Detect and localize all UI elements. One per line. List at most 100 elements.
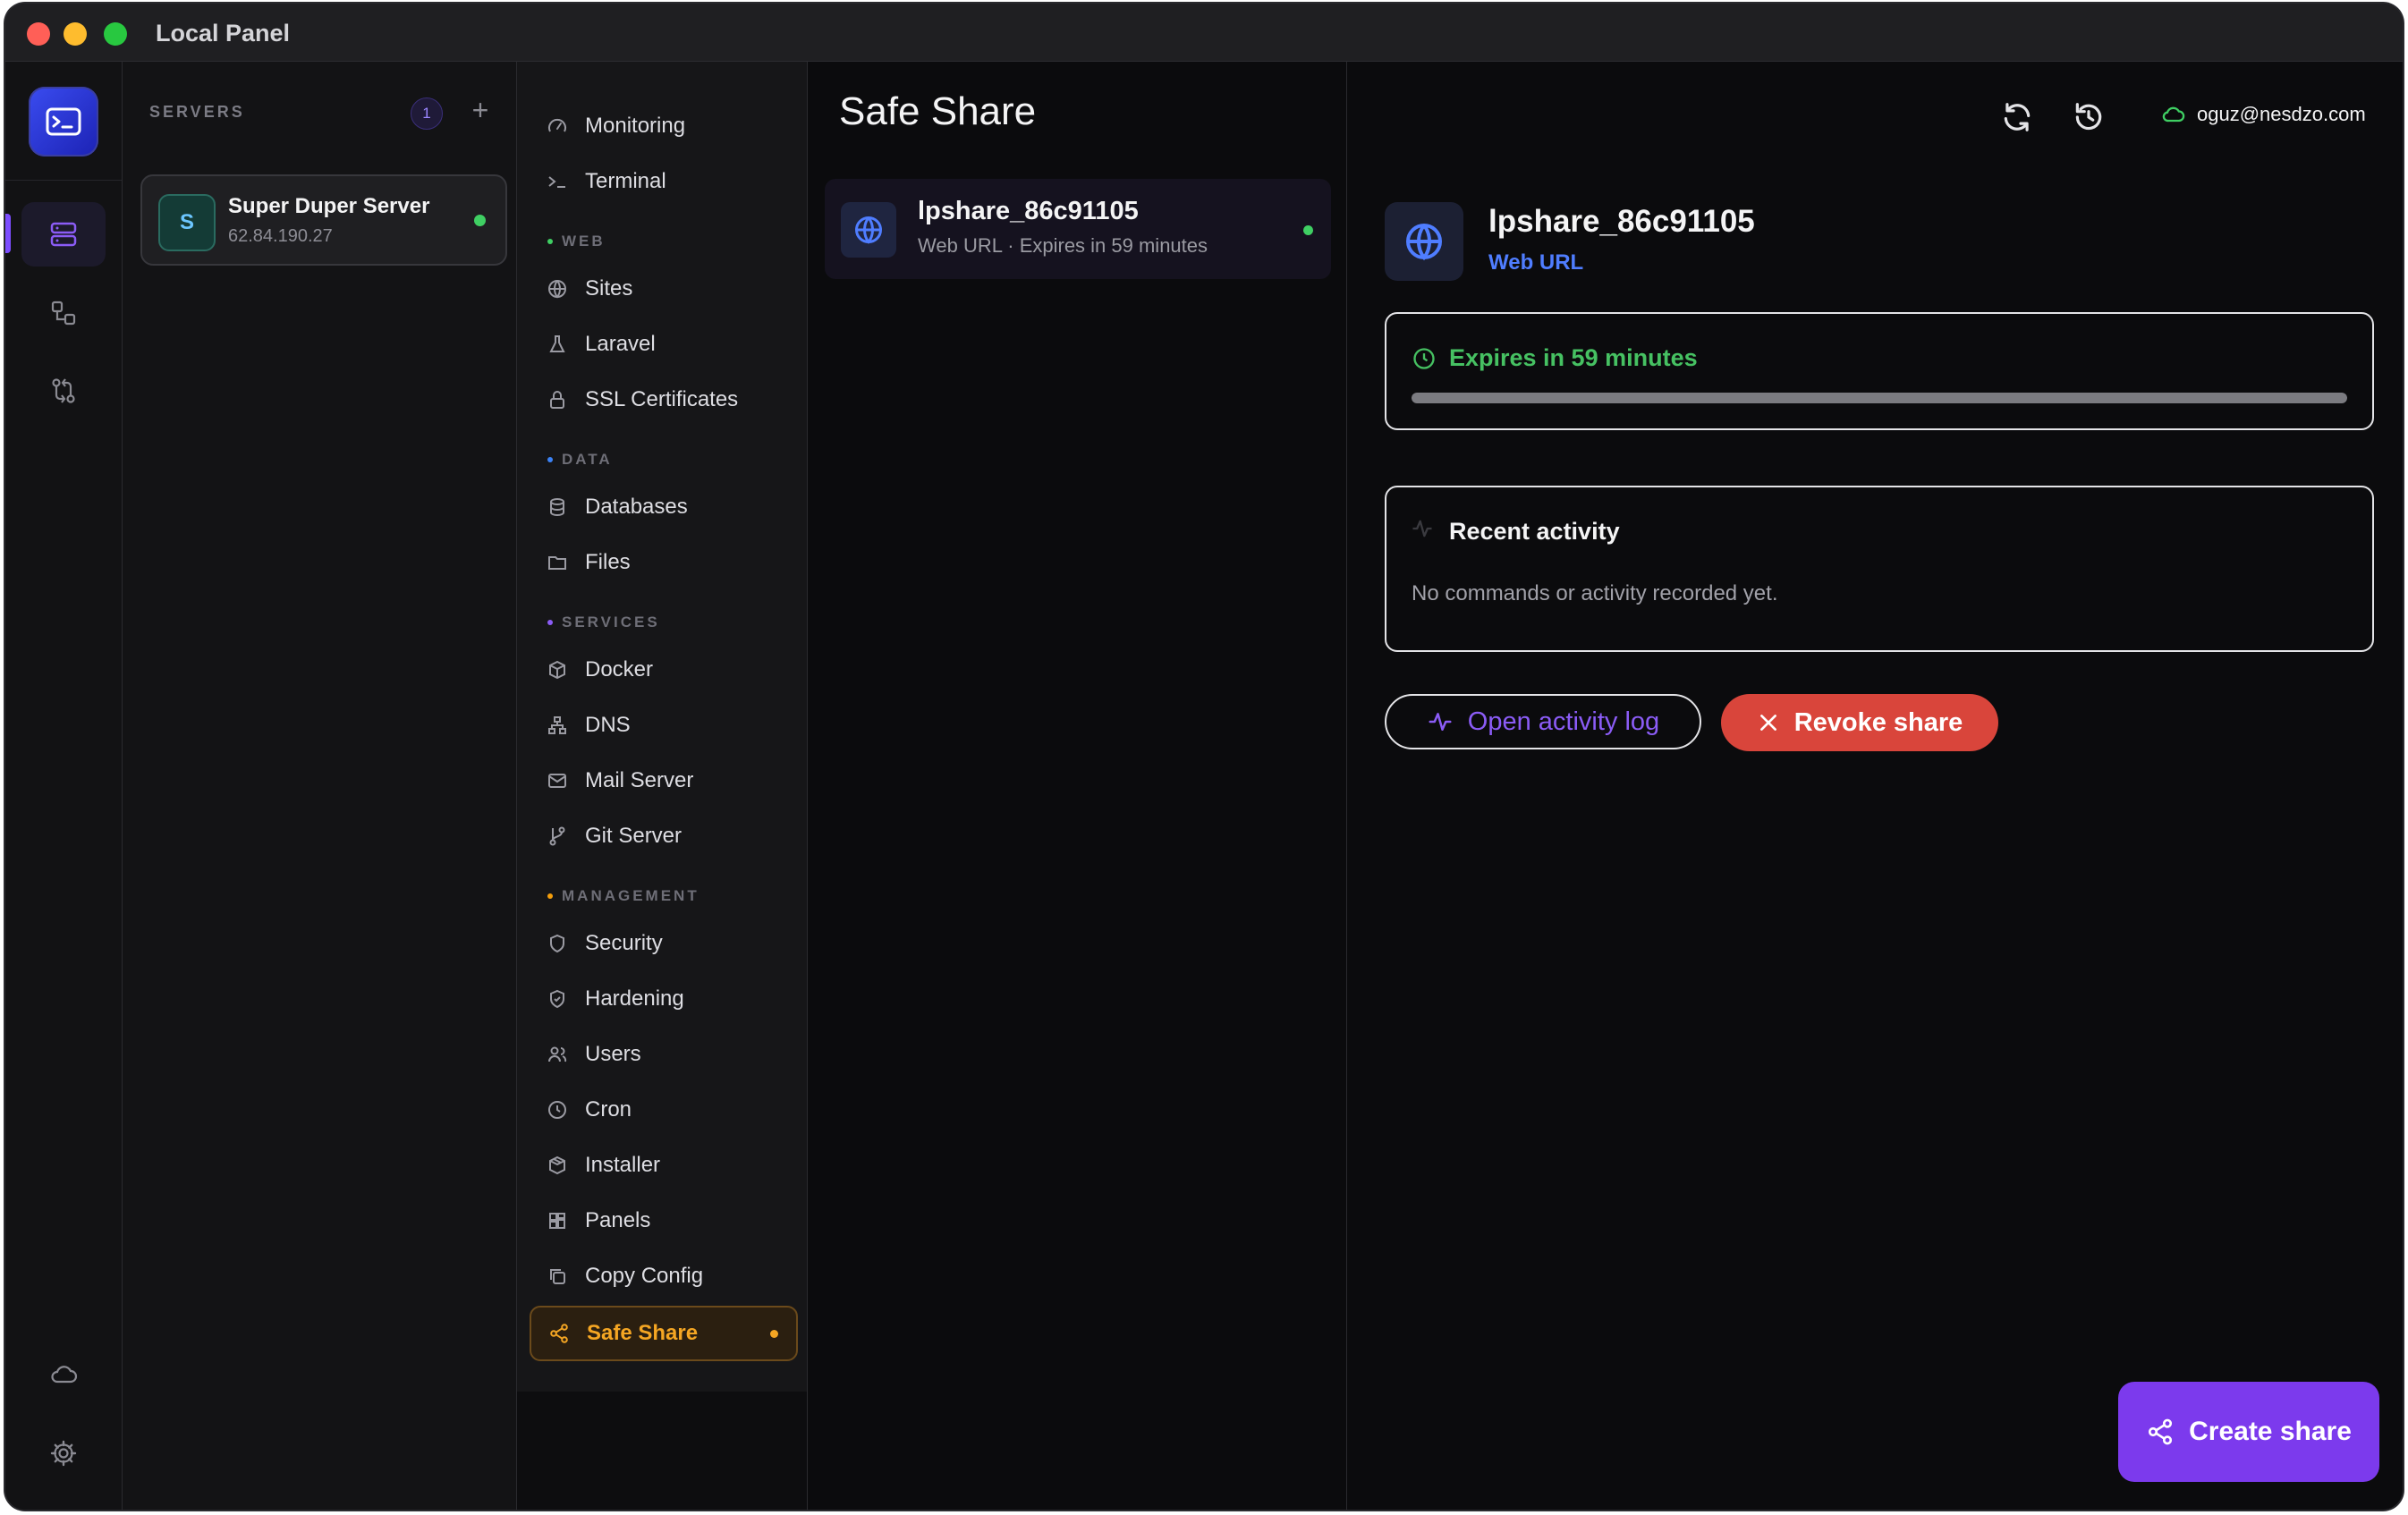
server-ip: 62.84.190.27 [228,226,333,246]
maximize-window-button[interactable] [104,22,127,46]
nav-item-label: Users [585,1042,641,1066]
share-icon [2146,1418,2175,1446]
nav-section-services: SERVICES [547,614,660,631]
app-logo[interactable] [29,87,98,157]
activity-icon [1427,708,1454,735]
nav-section-management: MANAGEMENT [547,887,700,905]
add-server-button[interactable]: + [464,94,496,126]
shield-check-icon [546,987,569,1011]
nav-item-label: Git Server [585,824,683,848]
share-list-item[interactable]: lpshare_86c91105 Web URL · Expires in 59… [825,179,1331,279]
nav-item-label: Panels [585,1208,651,1232]
database-icon [546,495,569,519]
nav-section-title: WEB [562,233,606,250]
nav-item-ssl-certificates[interactable]: SSL Certificates [530,377,794,423]
server-status-dot [474,215,486,226]
grid-icon [546,1209,569,1232]
nav-item-cron[interactable]: Cron [530,1087,794,1133]
nodes-icon [51,300,76,326]
nav-item-label: Sites [585,276,633,300]
nav-item-installer[interactable]: Installer [530,1142,794,1189]
nav-item-label: Docker [585,657,654,681]
nav-item-monitoring[interactable]: Monitoring [530,103,794,149]
nav-item-databases[interactable]: Databases [530,484,794,530]
expiry-progress-bar [1412,393,2347,403]
nav-item-copy-config[interactable]: Copy Config [530,1253,794,1299]
nav-item-laravel[interactable]: Laravel [530,321,794,368]
nav-item-safe-share[interactable]: Safe Share [530,1306,798,1361]
copy-icon [546,1265,569,1288]
create-share-label: Create share [2189,1417,2352,1446]
detail-share-type: Web URL [1488,250,1584,275]
title-bar: Local Panel [5,4,2403,62]
settings-rail-button[interactable] [21,1421,106,1485]
nav-item-label: Laravel [585,332,656,356]
close-icon [1757,711,1780,734]
nav-item-security[interactable]: Security [530,920,794,967]
nav-item-hardening[interactable]: Hardening [530,976,794,1022]
terminal-icon [546,170,569,193]
close-window-button[interactable] [27,22,50,46]
create-share-button[interactable]: Create share [2118,1382,2379,1482]
nav-section-web: WEB [547,233,606,250]
nav-item-label: Terminal [585,169,666,193]
nav-item-users[interactable]: Users [530,1031,794,1078]
nav-item-label: Mail Server [585,768,694,792]
clock-icon [1412,346,1437,371]
box-icon [546,658,569,681]
servers-panel: SERVERS 1 + S Super Duper Server 62.84.1… [123,62,517,1510]
app-window: Local Panel SERVERS 1 + S Super Duper Se… [5,4,2403,1510]
lock-icon [546,388,569,411]
git-branch-icon [546,825,569,848]
connections-rail-button[interactable] [21,281,106,345]
nav-item-files[interactable]: Files [530,539,794,586]
globe-icon [546,277,569,300]
server-card[interactable]: S Super Duper Server 62.84.190.27 [140,174,507,266]
recent-activity-title: Recent activity [1449,518,1620,545]
nav-item-sites[interactable]: Sites [530,266,794,312]
globe-icon [1385,202,1463,281]
nav-item-label: Security [585,931,663,955]
share-subtitle: Web URL · Expires in 59 minutes [918,234,1208,257]
refresh-button[interactable] [1997,97,2038,138]
servers-count-badge: 1 [411,97,443,130]
globe-icon [841,202,896,258]
expiry-progress-fill [1412,393,2347,403]
page-title: Safe Share [839,89,1037,133]
cloud-rail-button[interactable] [21,1342,106,1407]
nav-section-title: DATA [562,451,613,468]
nav-item-label: Cron [585,1097,632,1121]
nav-item-label: DNS [585,713,631,737]
git-compare-icon [52,378,75,403]
open-activity-log-button[interactable]: Open activity log [1385,694,1701,749]
icon-rail [5,62,123,1510]
nav-item-label: Safe Share [587,1321,699,1345]
nav-section-title: SERVICES [562,614,660,631]
share-icon [547,1322,571,1345]
nav-item-dns[interactable]: DNS [530,702,794,749]
nav-item-mail-server[interactable]: Mail Server [530,758,794,804]
nav-item-terminal[interactable]: Terminal [530,158,794,205]
history-button[interactable] [2068,97,2109,138]
recent-activity-card: Recent activity No commands or activity … [1385,486,2374,652]
nav-item-label: Databases [585,495,688,519]
flask-icon [546,333,569,356]
servers-rail-button[interactable] [21,202,106,267]
minimize-window-button[interactable] [64,22,87,46]
window-title: Local Panel [156,20,291,47]
nav-item-label: Hardening [585,986,684,1011]
sync-rail-button[interactable] [21,359,106,423]
rail-divider [5,180,122,181]
account-menu[interactable]: oguz@nesdzo.com [2161,102,2366,127]
open-activity-log-label: Open activity log [1467,707,1660,736]
clock-icon [546,1098,569,1121]
expiry-text: Expires in 59 minutes [1449,344,1698,371]
nav-item-docker[interactable]: Docker [530,647,794,693]
activity-icon [1410,516,1435,541]
active-dot [770,1329,778,1338]
nav-item-panels[interactable]: Panels [530,1198,794,1244]
nav-item-label: Monitoring [585,114,686,138]
revoke-share-button[interactable]: Revoke share [1721,694,1998,751]
cloud-icon [2162,106,2185,123]
nav-item-git-server[interactable]: Git Server [530,813,794,859]
